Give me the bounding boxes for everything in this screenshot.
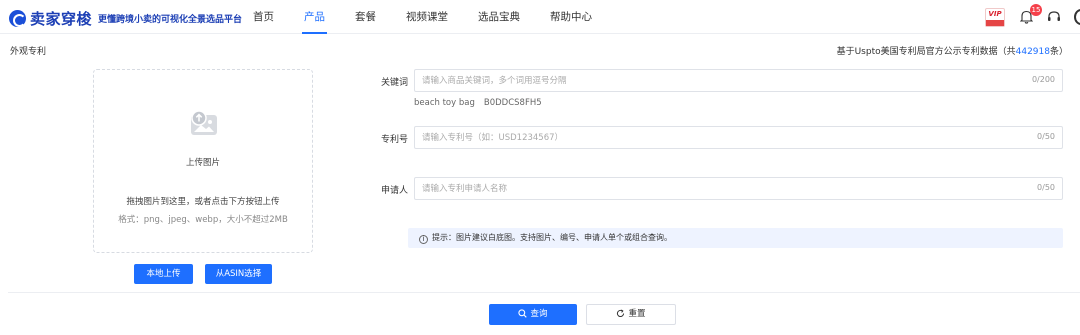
select-from-asin-button[interactable]: 从ASIN选择 <box>205 264 272 284</box>
brand-logo[interactable]: 卖家穿梭 更懂跨境小卖的可视化全景选品平台 <box>9 8 242 29</box>
refresh-icon <box>617 309 625 317</box>
keyword-field[interactable]: 0/200 <box>414 69 1063 92</box>
applicant-char-counter: 0/50 <box>1037 183 1055 192</box>
patent-number-label: 专利号 <box>380 135 408 145</box>
nav-item[interactable]: 首页 <box>253 0 274 34</box>
patent-number-field[interactable]: 0/50 <box>414 126 1063 149</box>
upload-title: 上传图片 <box>185 158 220 168</box>
patent-number-char-counter: 0/50 <box>1037 132 1055 141</box>
brand-slogan: 更懂跨境小卖的可视化全景选品平台 <box>98 15 243 25</box>
query-button-label: 查询 <box>530 309 548 319</box>
data-source-note: 基于Uspto美国专利局官方公示专利数据（共442918条） <box>837 44 1068 57</box>
reset-button[interactable]: 重置 <box>586 304 676 325</box>
search-tip-banner: i 提示：图片建议白底图。支持图片、编号、申请人单个或组合查询。 <box>408 228 1063 248</box>
keyword-tag[interactable]: beach toy bag <box>414 98 475 108</box>
nav-item[interactable]: 视频课堂 <box>406 0 448 34</box>
local-upload-button[interactable]: 本地上传 <box>134 264 193 284</box>
keyword-tag[interactable]: B0DDCS8FH5 <box>484 98 542 108</box>
applicant-field[interactable]: 0/50 <box>414 177 1063 200</box>
keyword-input[interactable] <box>415 70 1015 91</box>
info-icon: i <box>419 235 428 244</box>
notification-count-badge: 15 <box>1030 4 1042 16</box>
divider <box>8 292 1080 293</box>
vip-label: VIP <box>988 10 1002 18</box>
vip-badge[interactable]: VIP <box>985 8 1005 27</box>
top-navbar: 卖家穿梭 更懂跨境小卖的可视化全景选品平台 首页 产品 套餐 视频课堂 选品宝典 帮助中心… <box>0 0 1080 34</box>
applicant-input[interactable] <box>415 178 1015 199</box>
section-title: 外观专利 <box>10 47 47 57</box>
nav-item[interactable]: 产品 <box>302 0 327 34</box>
search-tip-text: 提示：图片建议白底图。支持图片、编号、申请人单个或组合查询。 <box>432 233 672 242</box>
vip-ribbon <box>986 20 1004 26</box>
user-avatar[interactable] <box>1074 9 1080 25</box>
patent-total-count: 442918 <box>1015 47 1050 57</box>
keyword-history-tags: beach toy bag B0DDCS8FH5 <box>414 98 551 108</box>
search-icon <box>518 309 528 318</box>
main-nav: 首页 产品 套餐 视频课堂 选品宝典 帮助中心 <box>253 0 622 34</box>
patent-number-input[interactable] <box>415 127 1015 148</box>
headset-icon[interactable] <box>1047 10 1061 24</box>
query-button[interactable]: 查询 <box>489 304 577 325</box>
upload-hint: 拖拽图片到这里，或者点击下方按钮上传 <box>126 197 280 207</box>
data-note-prefix: 基于Uspto美国专利局官方公示专利数据（共 <box>836 47 1016 57</box>
applicant-label: 申请人 <box>380 186 408 196</box>
reset-button-label: 重置 <box>628 309 646 319</box>
upload-format-note: 格式：png、jpeg、webp，大小不超过2MB <box>118 215 288 225</box>
data-note-suffix: 条） <box>1049 47 1068 57</box>
keyword-char-counter: 0/200 <box>1031 75 1055 84</box>
brand-name: 卖家穿梭 <box>30 10 93 28</box>
nav-item[interactable]: 选品宝典 <box>478 0 520 34</box>
nav-item[interactable]: 套餐 <box>355 0 376 34</box>
keyword-label: 关键词 <box>380 78 408 88</box>
nav-item[interactable]: 帮助中心 <box>550 0 592 34</box>
image-upload-dropzone[interactable]: 上传图片 拖拽图片到这里，或者点击下方按钮上传 格式：png、jpeg、webp… <box>93 69 313 253</box>
brand-logo-icon <box>9 10 26 27</box>
image-upload-icon <box>191 110 217 135</box>
